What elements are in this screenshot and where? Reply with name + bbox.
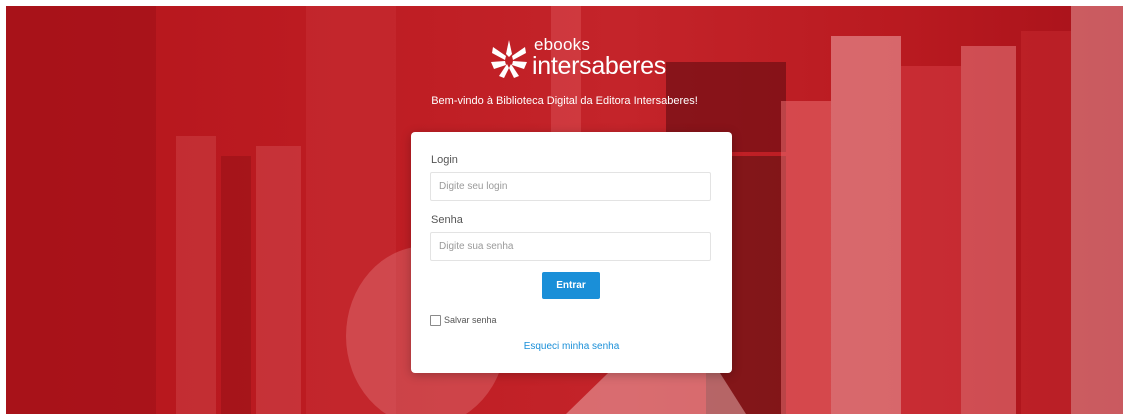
starburst-book-logo-icon	[491, 40, 527, 78]
brand-name-bottom: intersaberes	[532, 52, 666, 80]
login-submit-button[interactable]: Entrar	[542, 272, 600, 299]
brand-logo: ebooks intersaberes	[488, 36, 668, 82]
checkbox-unchecked-icon[interactable]	[430, 314, 441, 326]
hero-background: ebooks intersaberes Bem-vindo à Bibliote…	[6, 6, 1123, 414]
password-label: Senha	[431, 214, 463, 226]
remember-password-label: Salvar senha	[444, 315, 497, 325]
login-card: Login Senha Entrar Salvar senha Esqueci …	[411, 132, 732, 373]
forgot-password-link[interactable]: Esqueci minha senha	[411, 341, 732, 353]
login-input[interactable]	[430, 172, 711, 201]
remember-password-toggle[interactable]: Salvar senha	[430, 314, 497, 326]
login-label: Login	[431, 154, 458, 166]
password-input[interactable]	[430, 232, 711, 261]
page: ebooks intersaberes Bem-vindo à Bibliote…	[0, 0, 1129, 414]
welcome-message: Bem-vindo à Biblioteca Digital da Editor…	[431, 95, 698, 107]
